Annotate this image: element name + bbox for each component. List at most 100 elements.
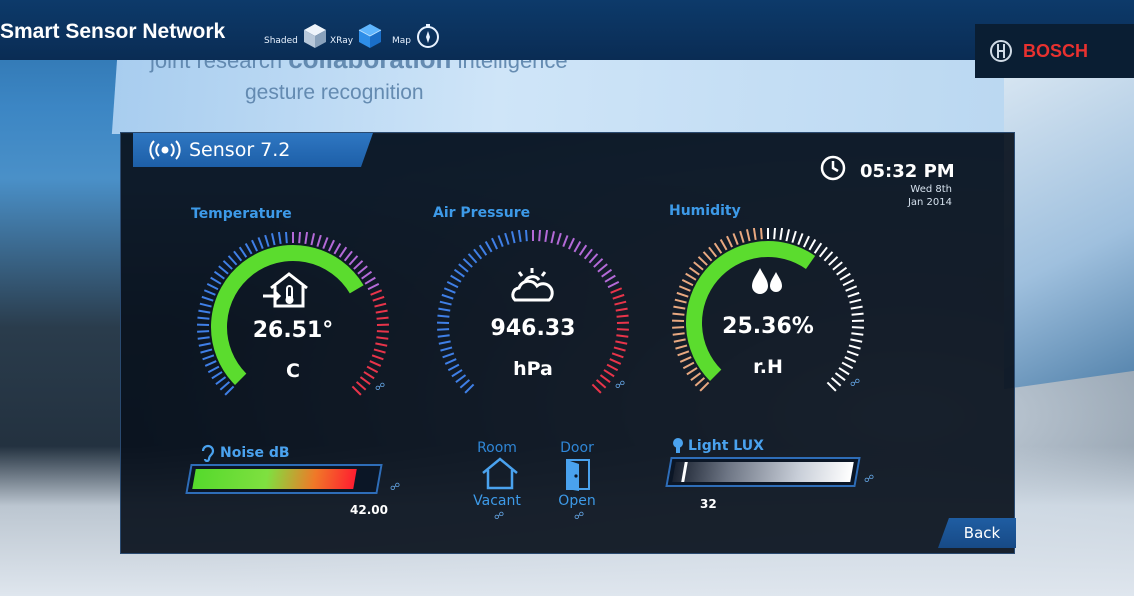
humidity-link-icon[interactable]: ☍ — [850, 378, 860, 389]
door-status: Open — [558, 493, 596, 509]
view-map-button[interactable]: Map — [392, 18, 441, 50]
door-icon — [566, 459, 590, 491]
brand-name: BOSCH — [1023, 40, 1089, 61]
gauge-tick — [453, 268, 465, 278]
gauge-tick — [264, 234, 270, 247]
humidity-label: Humidity — [669, 203, 741, 219]
gauge-tick — [251, 239, 258, 252]
light-bar — [665, 457, 861, 487]
gauge-tick — [438, 340, 451, 345]
sensor-tab[interactable]: Sensor 7.2 — [133, 133, 373, 167]
house-icon — [482, 457, 518, 490]
gauge-tick — [478, 244, 488, 256]
gauge-tick — [848, 344, 861, 350]
gauge-tick — [614, 300, 627, 306]
gauge-tick — [588, 253, 599, 264]
gauge-tick — [694, 377, 706, 387]
gauge-tick — [779, 228, 784, 241]
gauge-tick — [213, 270, 225, 280]
temperature-value: 26.51° — [252, 318, 334, 343]
gauge-tick — [200, 348, 213, 354]
gauge-tick — [675, 344, 688, 350]
gauge-tick — [462, 258, 473, 268]
gauge-tick — [374, 302, 387, 308]
gauge-tick — [222, 260, 233, 270]
gauge-tick — [562, 235, 569, 247]
clock-date: Wed 8th Jan 2014 — [908, 183, 952, 209]
gauge-tick — [850, 338, 863, 343]
gauge-tick — [219, 381, 231, 391]
gauge-tick — [759, 228, 763, 240]
door-link-icon[interactable]: ☍ — [574, 511, 584, 522]
gauge-tick — [610, 287, 623, 294]
gauge-tick — [304, 232, 309, 245]
gauge-tick — [203, 289, 216, 296]
clock-time: 05:32 PM — [860, 161, 955, 182]
pressure-value: 946.33 — [490, 316, 576, 341]
gauge-tick — [373, 348, 386, 354]
gauge-tick — [791, 230, 797, 243]
gauge-tick — [785, 229, 791, 242]
back-button[interactable]: Back — [938, 518, 1016, 548]
gauge-tick — [357, 265, 368, 275]
gauge-tick — [233, 250, 243, 262]
gauge-tick — [708, 246, 718, 258]
gauge-tick — [504, 232, 510, 245]
temperature-link-icon[interactable]: ☍ — [375, 382, 385, 393]
noise-bar-fill — [192, 469, 357, 489]
gauge-tick — [277, 232, 282, 245]
gauge-tick — [375, 342, 388, 347]
gauge-tick — [808, 238, 817, 251]
pressure-label: Air Pressure — [433, 205, 531, 221]
gauge-tick — [439, 300, 452, 306]
gauge-tick — [674, 298, 687, 304]
noise-label-text: Noise dB — [220, 445, 290, 461]
noise-link-icon[interactable]: ☍ — [390, 482, 400, 493]
gauge-tick — [198, 309, 211, 314]
gauge-tick — [739, 230, 745, 243]
gauge-tick — [438, 307, 451, 312]
gauge-tick — [199, 302, 212, 308]
gauge-tick — [607, 280, 620, 289]
clock-icon — [820, 155, 846, 181]
gauge-tick — [338, 246, 348, 258]
pressure-unit: hPa — [513, 358, 553, 380]
view-shaded-button[interactable]: Shaded — [264, 18, 328, 50]
gauge-tick — [803, 235, 810, 248]
gauge-tick — [458, 263, 469, 273]
door-heading: Door — [560, 440, 594, 456]
gauge-tick — [818, 246, 828, 258]
gauge-tick — [604, 274, 616, 283]
view-xray-button[interactable]: XRay — [330, 18, 383, 50]
gauge-tick — [210, 276, 222, 285]
gauge-tick — [593, 258, 604, 268]
gauge-tick — [846, 350, 859, 357]
gauge-tick — [823, 251, 834, 262]
light-label: Light LUX — [672, 437, 764, 455]
gauge-tick — [538, 230, 542, 242]
clock-date-line2: Jan 2014 — [907, 197, 952, 208]
gauge-tick — [713, 242, 723, 254]
gauge-tick — [697, 256, 708, 266]
gauge-tick — [612, 293, 625, 300]
gauge-tick — [459, 379, 471, 389]
gauge-tick — [484, 240, 493, 253]
gauge-tick — [601, 268, 613, 278]
gauge-tick — [284, 232, 288, 244]
gauge-tick — [198, 342, 211, 347]
gauge-tick — [270, 233, 276, 246]
gauge-tick — [464, 383, 475, 394]
light-link-icon[interactable]: ☍ — [864, 474, 874, 485]
gauge-tick — [685, 272, 697, 281]
gauge-tick — [510, 231, 516, 244]
gauge-tick — [442, 352, 455, 359]
background-wall — [1004, 50, 1134, 390]
gauge-tick — [517, 230, 522, 243]
pressure-link-icon[interactable]: ☍ — [615, 380, 625, 391]
gauge-tick — [227, 255, 238, 266]
room-link-icon[interactable]: ☍ — [494, 511, 504, 522]
gauge-tick — [206, 282, 219, 291]
gauge-tick — [845, 285, 858, 292]
gauge-tick — [446, 280, 459, 289]
gauge-tick — [681, 278, 694, 287]
